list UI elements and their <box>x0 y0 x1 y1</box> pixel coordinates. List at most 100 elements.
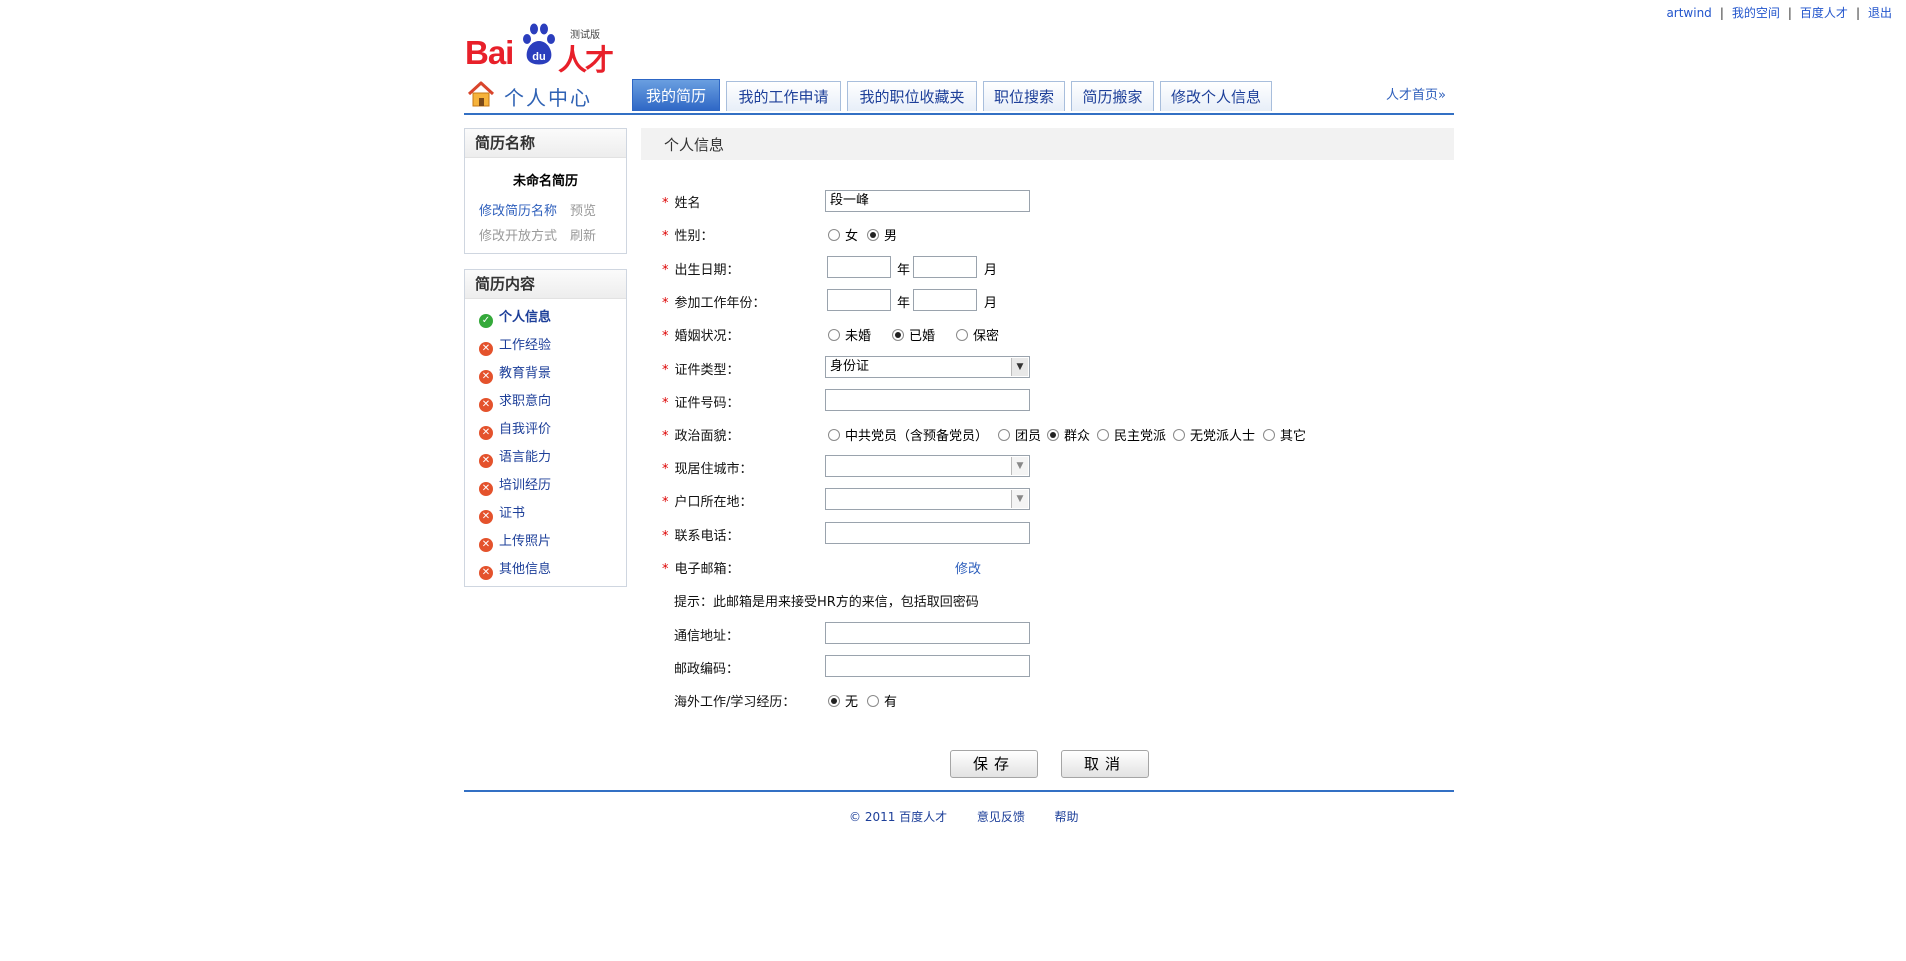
marital-radio-private[interactable]: 保密 <box>956 325 999 344</box>
overseas-label: 海外工作/学习经历： <box>674 695 796 710</box>
home-icon <box>467 81 495 107</box>
political-radio-party-member[interactable]: 中共党员（含预备党员） <box>828 425 988 444</box>
birth-month-input[interactable] <box>913 256 977 278</box>
work-start-month-input[interactable] <box>913 289 977 311</box>
sidebar-item-label[interactable]: 其他信息 <box>499 562 551 577</box>
user-link[interactable]: artwind <box>1666 6 1711 20</box>
political-radio-democratic[interactable]: 民主党派 <box>1097 425 1166 444</box>
gender-radio-female[interactable]: 女 <box>828 225 858 244</box>
logout-link[interactable]: 退出 <box>1868 6 1892 20</box>
sidebar-item-other-info[interactable]: ✕ 其他信息 <box>479 560 551 580</box>
cross-icon: ✕ <box>479 426 493 440</box>
beta-badge: 测试版 <box>570 30 600 41</box>
birth-date-label: * 出生日期： <box>662 263 740 278</box>
my-space-link[interactable]: 我的空间 <box>1732 6 1780 20</box>
resume-name-header: 简历名称 <box>465 129 626 158</box>
tab-my-applications[interactable]: 我的工作申请 <box>726 81 841 111</box>
sidebar-item-label[interactable]: 教育背景 <box>499 366 551 381</box>
name-input[interactable]: 段一峰 <box>825 190 1030 212</box>
political-radio-nonparty[interactable]: 无党派人士 <box>1173 425 1255 444</box>
id-type-select[interactable]: 身份证 ▼ <box>825 356 1030 378</box>
political-radio-masses[interactable]: 群众 <box>1047 425 1090 444</box>
sidebar-item-job-intention[interactable]: ✕ 求职意向 <box>479 392 551 412</box>
address-label: 通信地址： <box>674 629 740 644</box>
tab-edit-profile[interactable]: 修改个人信息 <box>1160 81 1272 111</box>
overseas-radio-yes[interactable]: 有 <box>867 691 897 710</box>
marital-radio-single[interactable]: 未婚 <box>828 325 871 344</box>
political-status-label: * 政治面貌： <box>662 429 740 444</box>
address-input[interactable] <box>825 622 1030 644</box>
sidebar-item-upload-photo[interactable]: ✕ 上传照片 <box>479 532 551 552</box>
political-radio-league[interactable]: 团员 <box>998 425 1041 444</box>
email-edit-link[interactable]: 修改 <box>955 558 981 577</box>
sidebar-item-training[interactable]: ✕ 培训经历 <box>479 476 551 496</box>
sidebar-item-language[interactable]: ✕ 语言能力 <box>479 448 551 468</box>
cross-icon: ✕ <box>479 398 493 412</box>
sidebar-item-label[interactable]: 求职意向 <box>499 394 551 409</box>
gender-label: * 性别： <box>662 229 714 244</box>
logo-brand-text: Bai <box>465 34 514 71</box>
sidebar-item-personal-info[interactable]: ✓ 个人信息 <box>479 308 551 328</box>
sidebar-item-label[interactable]: 工作经验 <box>499 338 551 353</box>
political-radio-other[interactable]: 其它 <box>1263 425 1306 444</box>
birth-year-input[interactable] <box>827 256 891 278</box>
city-select[interactable]: ▼ <box>825 455 1030 477</box>
email-hint: 提示：此邮箱是用来接受HR方的来信，包括取回密码 <box>674 595 979 610</box>
id-number-input[interactable] <box>825 389 1030 411</box>
main-nav: 个人中心 我的简历 我的工作申请 我的职位收藏夹 职位搜索 简历搬家 修改个人信… <box>464 79 1454 115</box>
resume-content-header: 简历内容 <box>465 270 626 299</box>
work-start-year-input[interactable] <box>827 289 891 311</box>
section-header: 个人信息 <box>641 128 1454 160</box>
marital-radio-married[interactable]: 已婚 <box>892 325 935 344</box>
cross-icon: ✕ <box>479 566 493 580</box>
save-button[interactable]: 保存 <box>950 750 1038 778</box>
section-title: 个人信息 <box>664 136 725 154</box>
rename-resume-link[interactable]: 修改简历名称 <box>479 199 557 224</box>
city-label: * 现居住城市： <box>662 462 753 477</box>
baidu-talent-link[interactable]: 百度人才 <box>1800 6 1848 20</box>
cross-icon: ✕ <box>479 454 493 468</box>
tab-job-search[interactable]: 职位搜索 <box>983 81 1065 111</box>
tab-my-resume[interactable]: 我的简历 <box>632 79 720 111</box>
change-open-mode-link[interactable]: 修改开放方式 <box>479 224 557 249</box>
sidebar-item-work-experience[interactable]: ✕ 工作经验 <box>479 336 551 356</box>
sidebar-item-label[interactable]: 语言能力 <box>499 450 551 465</box>
cross-icon: ✕ <box>479 342 493 356</box>
top-links: artwind | 我的空间 | 百度人才 | 退出 <box>1666 6 1892 20</box>
name-label: * 姓名 <box>662 196 701 211</box>
baidu-talent-logo[interactable]: Bai du 人才 测试版 <box>465 20 615 77</box>
id-number-label: * 证件号码： <box>662 396 740 411</box>
tab-job-favorites[interactable]: 我的职位收藏夹 <box>847 81 977 111</box>
overseas-radio-none[interactable]: 无 <box>828 691 858 710</box>
sidebar-item-label[interactable]: 证书 <box>499 506 525 521</box>
chevron-down-icon: ▼ <box>1011 490 1028 508</box>
sidebar-item-label[interactable]: 上传照片 <box>499 534 551 549</box>
gender-radio-male[interactable]: 男 <box>867 225 897 244</box>
year-unit: 年 <box>897 263 911 278</box>
phone-input[interactable] <box>825 522 1030 544</box>
refresh-link[interactable]: 刷新 <box>570 224 596 249</box>
cross-icon: ✕ <box>479 538 493 552</box>
logo-product-text: 人才 <box>558 45 614 77</box>
resume-name: 未命名简历 <box>512 174 578 189</box>
cross-icon: ✕ <box>479 510 493 524</box>
copyright-link[interactable]: © 2011 百度人才 <box>849 810 947 824</box>
id-type-label: * 证件类型： <box>662 363 740 378</box>
cross-icon: ✕ <box>479 370 493 384</box>
paw-icon: du <box>523 23 555 65</box>
talent-home-link[interactable]: 人才首页» <box>1386 84 1446 103</box>
sidebar-item-self-evaluation[interactable]: ✕ 自我评价 <box>479 420 551 440</box>
sidebar-item-label[interactable]: 个人信息 <box>499 310 551 325</box>
hukou-select[interactable]: ▼ <box>825 488 1030 510</box>
resume-actions-row: 修改开放方式 刷新 <box>465 224 626 249</box>
preview-link[interactable]: 预览 <box>570 199 596 224</box>
sidebar-item-label[interactable]: 自我评价 <box>499 422 551 437</box>
sidebar-item-certificates[interactable]: ✕ 证书 <box>479 504 525 524</box>
help-link[interactable]: 帮助 <box>1055 810 1079 824</box>
cancel-button[interactable]: 取消 <box>1061 750 1149 778</box>
feedback-link[interactable]: 意见反馈 <box>977 810 1025 824</box>
sidebar-item-label[interactable]: 培训经历 <box>499 478 551 493</box>
sidebar-item-education[interactable]: ✕ 教育背景 <box>479 364 551 384</box>
tab-resume-move[interactable]: 简历搬家 <box>1071 81 1154 111</box>
postcode-input[interactable] <box>825 655 1030 677</box>
